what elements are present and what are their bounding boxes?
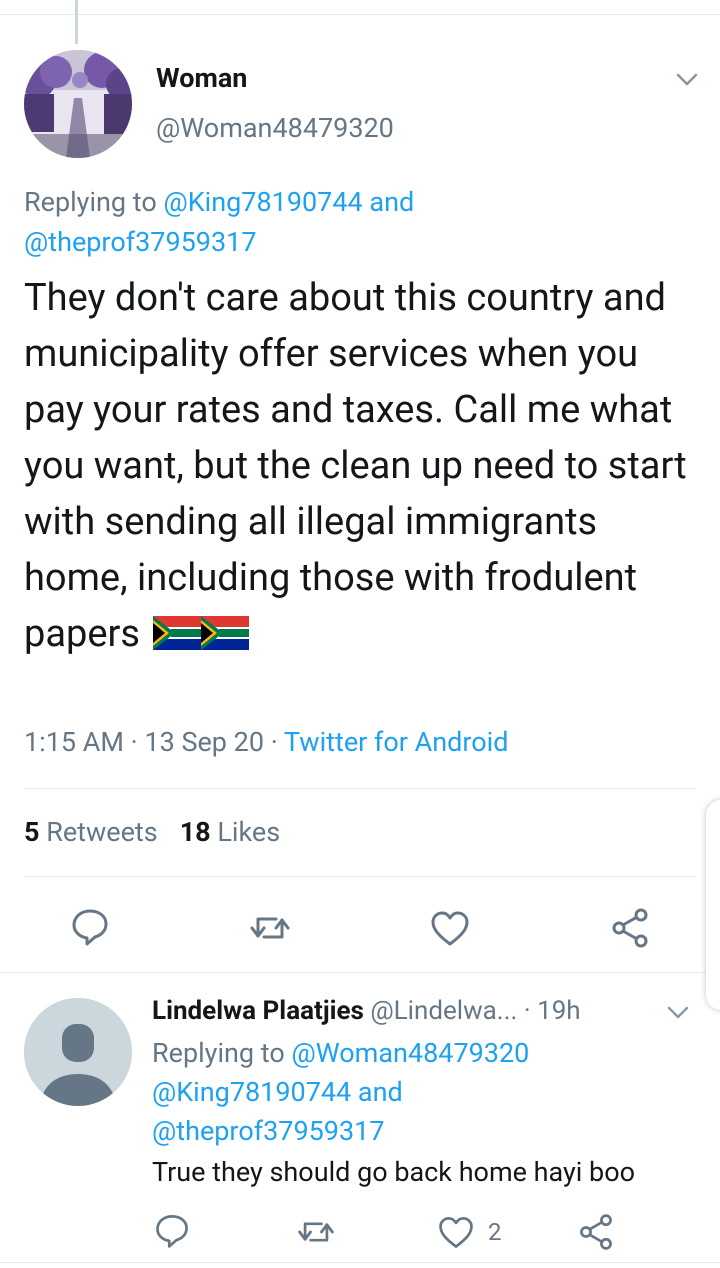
share-icon[interactable] — [576, 1212, 616, 1252]
retweet-icon[interactable] — [248, 906, 292, 950]
share-icon[interactable] — [608, 906, 652, 950]
reply-icon[interactable] — [152, 1210, 192, 1250]
mention-link[interactable]: @King78190744 — [163, 186, 362, 218]
jacaranda-street-photo — [24, 50, 132, 158]
retweets-stat[interactable]: 5 Retweets — [24, 816, 158, 848]
south-africa-flag-icon — [201, 616, 250, 650]
retweet-icon[interactable] — [296, 1212, 336, 1252]
engagement-stats: 5 Retweets 18 Likes — [24, 816, 280, 848]
like-icon[interactable] — [428, 906, 472, 950]
reply-text: True they should go back home hayi boo — [152, 1156, 636, 1188]
reply-icon[interactable] — [68, 904, 112, 948]
divider — [24, 788, 696, 789]
mention-link[interactable]: @theprof37959317 — [152, 1115, 385, 1147]
divider — [24, 876, 696, 877]
avatar[interactable] — [24, 998, 132, 1106]
replying-label: Replying to — [24, 186, 157, 218]
replying-to: Replying to @Woman48479320 @King78190744… — [152, 1034, 712, 1151]
reply-like-count: 2 — [488, 1218, 502, 1246]
likes-stat[interactable]: 18 Likes — [180, 816, 280, 848]
reply-header: Lindelwa Plaatjies @Lindelwa... · 19h — [152, 996, 581, 1026]
thread-connector-line — [75, 0, 78, 44]
tweet-time: 1:15 AM — [24, 726, 124, 758]
author-name[interactable]: Woman — [156, 62, 247, 94]
tweet-client[interactable]: Twitter for Android — [284, 726, 509, 758]
chevron-down-icon[interactable] — [672, 64, 702, 94]
tweet-meta: 1:15 AM · 13 Sep 20 · Twitter for Androi… — [24, 726, 509, 758]
south-africa-flag-icon — [153, 616, 202, 650]
replying-and[interactable]: and — [358, 1076, 403, 1108]
replying-to: Replying to @King78190744 and @theprof37… — [24, 182, 704, 262]
reply-author-name[interactable]: Lindelwa Plaatjies — [152, 996, 364, 1026]
top-divider — [0, 14, 720, 15]
default-avatar-icon — [24, 998, 132, 1106]
section-divider — [0, 972, 720, 973]
reply-author-handle[interactable]: @Lindelwa... — [370, 996, 517, 1026]
reply-time: 19h — [537, 996, 581, 1026]
retweets-count: 5 — [24, 816, 40, 848]
like-icon[interactable] — [436, 1212, 476, 1252]
likes-count: 18 — [179, 816, 211, 848]
mention-link[interactable]: @King78190744 — [152, 1076, 351, 1108]
tweet-body: They don't care about this country and m… — [24, 270, 704, 662]
avatar[interactable] — [24, 50, 132, 158]
reply-separator: · — [523, 996, 531, 1026]
likes-label: Likes — [217, 816, 281, 848]
mention-link[interactable]: @theprof37959317 — [24, 226, 257, 258]
scroll-handle[interactable] — [706, 800, 720, 1010]
chevron-down-icon[interactable] — [664, 998, 692, 1026]
mention-link[interactable]: @Woman48479320 — [291, 1037, 529, 1069]
replying-label: Replying to — [152, 1037, 285, 1069]
tweet-text: They don't care about this country and m… — [24, 276, 687, 656]
tweet-date: 13 Sep 20 — [144, 726, 265, 758]
replying-and[interactable]: and — [369, 186, 414, 218]
bottom-divider — [0, 1262, 720, 1263]
retweets-label: Retweets — [46, 816, 158, 848]
author-handle[interactable]: @Woman48479320 — [156, 112, 394, 144]
